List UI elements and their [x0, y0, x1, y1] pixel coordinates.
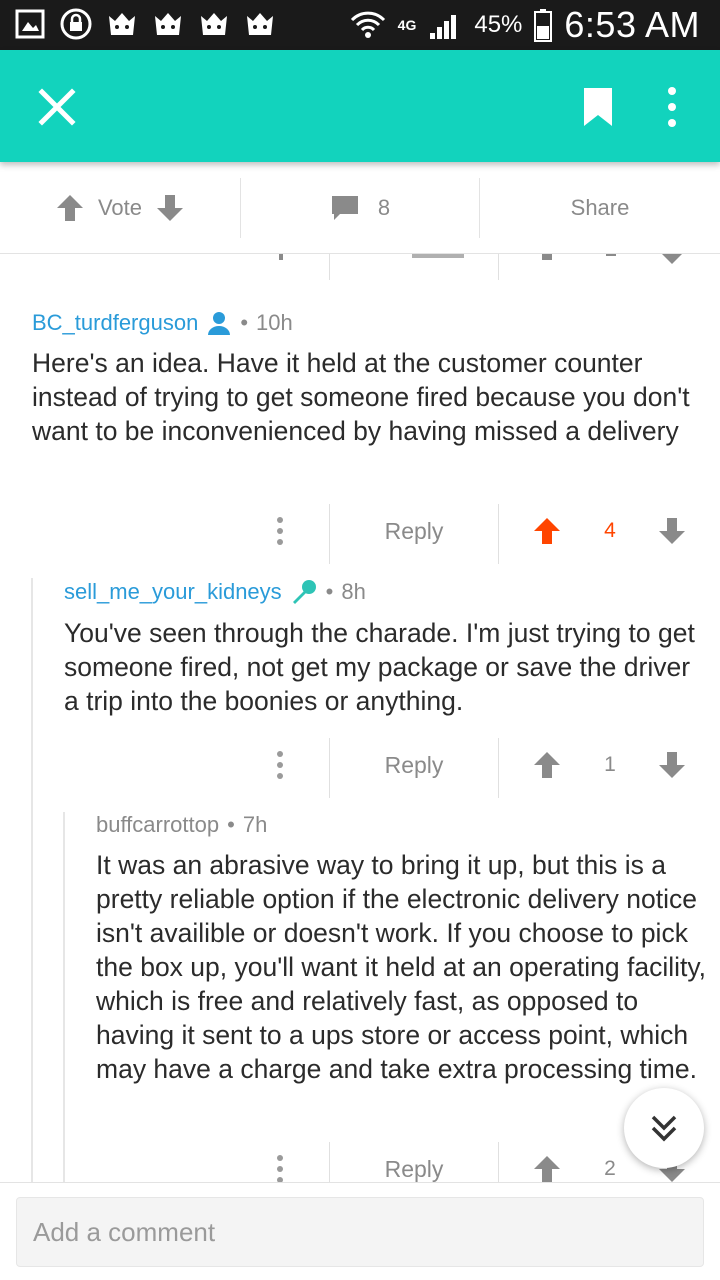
network-type: 4G	[397, 17, 417, 33]
bookmark-icon[interactable]	[582, 86, 614, 128]
vote-label: Vote	[97, 195, 143, 220]
comment-icon	[331, 196, 358, 220]
upvote-icon[interactable]	[533, 1154, 561, 1184]
scroll-to-next-button[interactable]	[624, 1088, 704, 1168]
comment: BC_turdferguson • 10h Here's an idea. Ha…	[32, 310, 708, 448]
comment-author[interactable]: sell_me_your_kidneys	[64, 579, 282, 605]
toolbar	[0, 50, 720, 162]
comment-author[interactable]: BC_turdferguson	[32, 310, 198, 336]
comment-age: 8h	[341, 579, 366, 604]
comment-score: 4	[604, 519, 616, 542]
share-button[interactable]: Share	[480, 178, 720, 238]
comment-meta: BC_turdferguson • 10h	[32, 310, 708, 336]
signal-icon	[430, 15, 457, 39]
crown-notification-icon	[109, 13, 135, 35]
system-indicators: 4G 45% 6:53 AM	[350, 0, 700, 50]
comment-composer: Add a comment	[0, 1182, 720, 1280]
downvote-icon[interactable]	[658, 750, 686, 780]
comment-score: 1	[604, 753, 616, 776]
previous-comment-actions	[0, 254, 720, 280]
comment-body: You've seen through the charade. I'm jus…	[64, 618, 695, 716]
more-options-icon[interactable]	[250, 498, 310, 564]
comment-count: 8	[377, 195, 391, 220]
more-options-icon[interactable]	[660, 84, 684, 130]
upvote-icon[interactable]	[56, 193, 84, 223]
comment-body: It was an abrasive way to bring it up, b…	[96, 850, 707, 1084]
meta-separator: •	[240, 310, 249, 335]
comment-age: 10h	[256, 310, 293, 335]
add-comment-input[interactable]: Add a comment	[16, 1197, 704, 1267]
comment: buffcarrottop • 7h It was an abrasive wa…	[96, 812, 708, 1086]
clock: 6:53 AM	[564, 4, 700, 45]
more-options-icon[interactable]	[250, 732, 310, 798]
comment-actions: Reply 4	[0, 498, 720, 564]
thread-line	[63, 812, 65, 1182]
downvote-icon[interactable]	[156, 193, 184, 223]
comment-body: Here's an idea. Have it held at the cust…	[32, 348, 690, 446]
reply-button[interactable]: Reply	[330, 498, 498, 564]
user-icon	[208, 312, 231, 335]
crown-notification-icon	[155, 13, 181, 35]
post-action-bar: Vote 8 Share	[0, 162, 720, 254]
divider	[498, 738, 499, 798]
vote-control: Vote	[0, 178, 240, 238]
comment-age: 7h	[242, 812, 268, 837]
image-notification-icon	[15, 9, 45, 39]
comments-button[interactable]: 8	[240, 178, 480, 238]
downvote-icon[interactable]	[658, 516, 686, 546]
double-chevron-down-icon	[651, 1115, 677, 1142]
meta-separator: •	[325, 579, 334, 604]
battery-percent: 45%	[474, 11, 523, 38]
status-bar: 4G 45% 6:53 AM	[0, 0, 720, 50]
lock-notification-icon	[60, 8, 92, 40]
comment-author[interactable]: buffcarrottop	[96, 812, 219, 838]
comment: sell_me_your_kidneys • 8h You've seen th…	[64, 578, 708, 718]
share-label: Share	[570, 195, 630, 220]
crown-notification-icon	[201, 13, 227, 35]
reply-button[interactable]: Reply	[330, 732, 498, 798]
divider	[498, 504, 499, 564]
upvote-icon[interactable]	[533, 516, 561, 546]
comment-meta: buffcarrottop • 7h	[96, 812, 708, 838]
crown-notification-icon	[247, 13, 273, 35]
wifi-icon	[350, 11, 385, 38]
comment-meta: sell_me_your_kidneys • 8h	[64, 578, 708, 606]
battery-icon	[534, 9, 553, 42]
close-icon[interactable]	[34, 84, 80, 130]
microphone-icon	[292, 580, 316, 604]
meta-separator: •	[227, 812, 235, 837]
notification-icons	[14, 8, 276, 40]
comment-actions: Reply 1	[0, 732, 720, 798]
upvote-icon[interactable]	[533, 750, 561, 780]
thread-line	[31, 578, 33, 1182]
